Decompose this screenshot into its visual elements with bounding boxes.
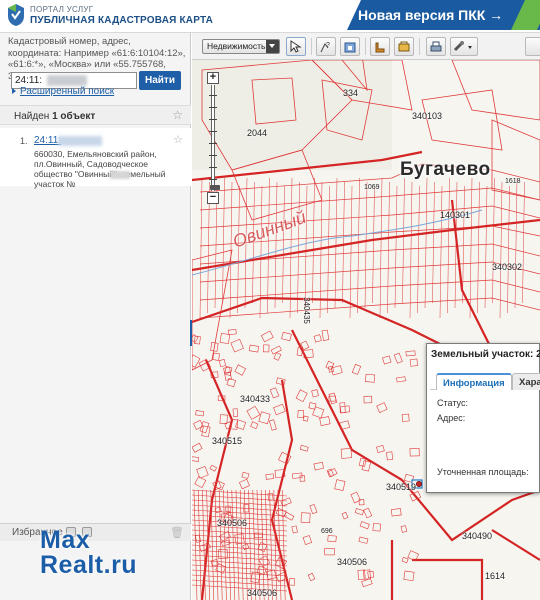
app-title: ПУБЛИЧНАЯ КАДАСТРОВАЯ КАРТА bbox=[30, 15, 214, 26]
results-prefix: Найден bbox=[14, 111, 53, 122]
result-link[interactable]: 24:11: bbox=[34, 135, 61, 146]
result-number: 1. bbox=[20, 136, 28, 146]
quarter-label: 340506 bbox=[217, 518, 248, 528]
quarter-label: 1618 bbox=[505, 178, 521, 185]
quarter-label: 340103 bbox=[412, 111, 443, 121]
result-address: 660030, Емельяновский район, пл.Овинный,… bbox=[34, 149, 166, 189]
new-version-link[interactable]: Новая версия ПКК → bbox=[358, 7, 503, 23]
identify-tool-icon: ? bbox=[320, 42, 330, 53]
map-pin-icon[interactable] bbox=[416, 481, 422, 487]
identify-tool-button[interactable]: ? bbox=[316, 37, 336, 56]
results-count-value: 1 объект bbox=[52, 111, 96, 122]
quarter-label: 340302 bbox=[492, 262, 523, 272]
tab-info[interactable]: Информация bbox=[436, 373, 512, 390]
cadastral-objects-icon bbox=[344, 42, 356, 53]
quarter-label: 1069 bbox=[364, 184, 380, 191]
results-header: Найден 1 объект ☆ bbox=[0, 105, 191, 125]
zoom-control[interactable]: + − bbox=[207, 72, 220, 204]
result-item[interactable]: 1. 24:11: ☆ 660030, Емельяновский район,… bbox=[0, 128, 191, 189]
tab-characteristics[interactable]: Характ bbox=[512, 373, 540, 390]
app-header: ПОРТАЛ УСЛУГ ПУБЛИЧНАЯ КАДАСТРОВАЯ КАРТА… bbox=[0, 0, 540, 33]
map-toolbar: Недвижимость ? bbox=[192, 33, 540, 60]
status-label: Статус: bbox=[437, 398, 468, 408]
pointer-tool-icon bbox=[290, 40, 302, 53]
redacted-number bbox=[58, 136, 102, 146]
watermark-line2: Realt.ru bbox=[40, 551, 138, 579]
portal-label: ПОРТАЛ УСЛУГ bbox=[30, 5, 94, 14]
banner-accent bbox=[511, 0, 540, 30]
search-button[interactable]: Найти bbox=[139, 71, 181, 90]
cadastral-objects-button[interactable] bbox=[340, 37, 360, 56]
zoom-in-button[interactable]: + bbox=[207, 72, 219, 84]
quarter-label: 140301 bbox=[440, 210, 471, 220]
area-label: Уточненная площадь: bbox=[437, 467, 529, 477]
zoom-slider[interactable] bbox=[209, 85, 220, 191]
link-button[interactable] bbox=[450, 37, 478, 56]
town-label: Бугачево bbox=[400, 159, 491, 180]
quarter-label: 340506 bbox=[337, 557, 368, 567]
watermark: Max Realt.ru bbox=[40, 526, 180, 600]
quarter-label: 340519 bbox=[386, 482, 417, 492]
redacted-number bbox=[47, 75, 87, 86]
zoom-slider-handle[interactable] bbox=[210, 185, 220, 190]
redacted-number bbox=[110, 171, 130, 179]
chevron-down-icon bbox=[266, 40, 279, 53]
layer-select[interactable]: Недвижимость bbox=[202, 39, 280, 54]
svg-text:?: ? bbox=[326, 42, 330, 49]
settings-button[interactable] bbox=[525, 37, 540, 56]
quarter-label: 340506 bbox=[247, 588, 278, 598]
advanced-search-link[interactable]: Расширенный поиск bbox=[12, 86, 114, 97]
link-icon bbox=[453, 41, 472, 52]
map-canvas[interactable]: 334 2044 340103 1618 1069 140301 340302 … bbox=[192, 60, 540, 600]
quarter-label: 696 bbox=[321, 528, 333, 535]
parcel-info-popup: Земельный участок: 24:11: Информация Хар… bbox=[426, 343, 540, 493]
quarter-label: 340435 bbox=[301, 297, 311, 324]
print-icon bbox=[430, 41, 442, 52]
new-version-banner[interactable]: Новая версия ПКК → bbox=[328, 0, 540, 30]
popup-tabs: Информация Характ bbox=[430, 370, 540, 390]
star-icon[interactable]: ☆ bbox=[173, 133, 183, 146]
advanced-search-label: Расширенный поиск bbox=[20, 86, 115, 97]
search-panel: Кадастровый номер, адрес, координата: На… bbox=[0, 33, 191, 600]
results-count: Найден 1 объект bbox=[14, 111, 95, 122]
selection-icon bbox=[398, 41, 410, 52]
portal-logo-icon[interactable] bbox=[6, 3, 26, 27]
expand-arrow-icon bbox=[12, 88, 16, 94]
address-label: Адрес: bbox=[437, 413, 466, 423]
measure-button[interactable] bbox=[370, 37, 390, 56]
pointer-tool-button[interactable] bbox=[286, 37, 306, 56]
zoom-out-button[interactable]: − bbox=[207, 192, 219, 204]
selection-button[interactable] bbox=[394, 37, 414, 56]
star-icon[interactable]: ☆ bbox=[172, 108, 183, 122]
layer-select-value: Недвижимость bbox=[207, 41, 266, 51]
quarter-label: 2044 bbox=[247, 128, 268, 138]
quarter-label: 340433 bbox=[240, 394, 271, 404]
measure-icon bbox=[375, 42, 385, 53]
quarter-label: 334 bbox=[343, 88, 359, 98]
quarter-label: 340490 bbox=[462, 531, 493, 541]
print-button[interactable] bbox=[426, 37, 446, 56]
popup-title: Земельный участок: 24:11: bbox=[431, 349, 540, 360]
quarter-label: 1614 bbox=[485, 571, 506, 581]
quarter-label: 340515 bbox=[212, 436, 243, 446]
